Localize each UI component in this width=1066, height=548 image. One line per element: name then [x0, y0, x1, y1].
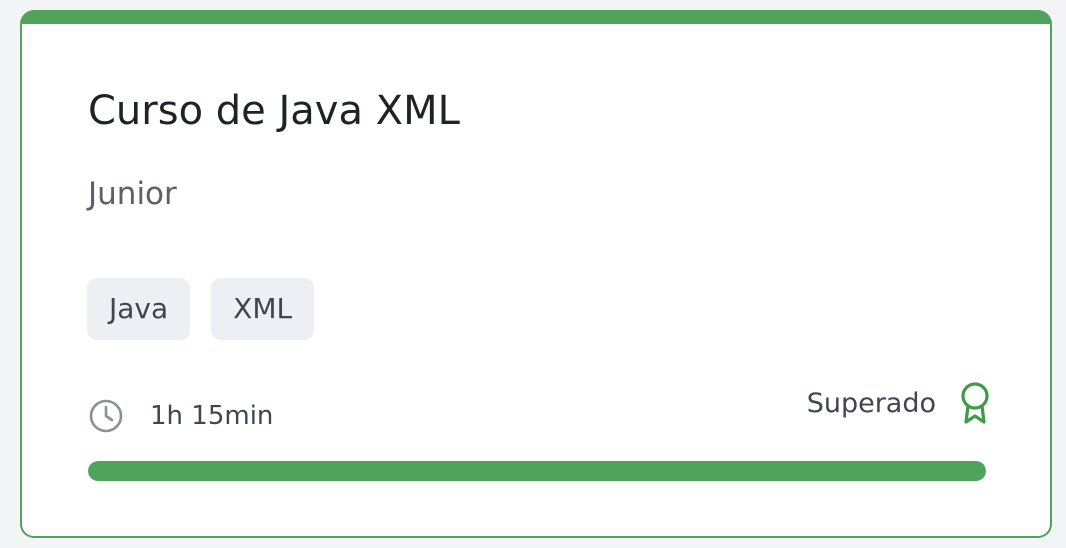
progress-bar [88, 461, 986, 481]
course-tags: Java XML [87, 278, 315, 340]
award-ribbon-icon [958, 381, 992, 425]
status-text: Superado [806, 387, 936, 419]
duration-text: 1h 15min [150, 401, 274, 431]
course-card[interactable]: Curso de Java XML Junior Java XML 1h 15m… [20, 10, 1052, 538]
tag-xml: XML [211, 278, 315, 340]
progress-fill [88, 461, 986, 481]
course-level: Junior [88, 176, 177, 212]
course-duration: 1h 15min [88, 398, 273, 434]
course-status: Superado [807, 381, 992, 425]
clock-icon [88, 398, 124, 434]
course-title: Curso de Java XML [88, 88, 460, 134]
tag-java: Java [87, 278, 191, 340]
